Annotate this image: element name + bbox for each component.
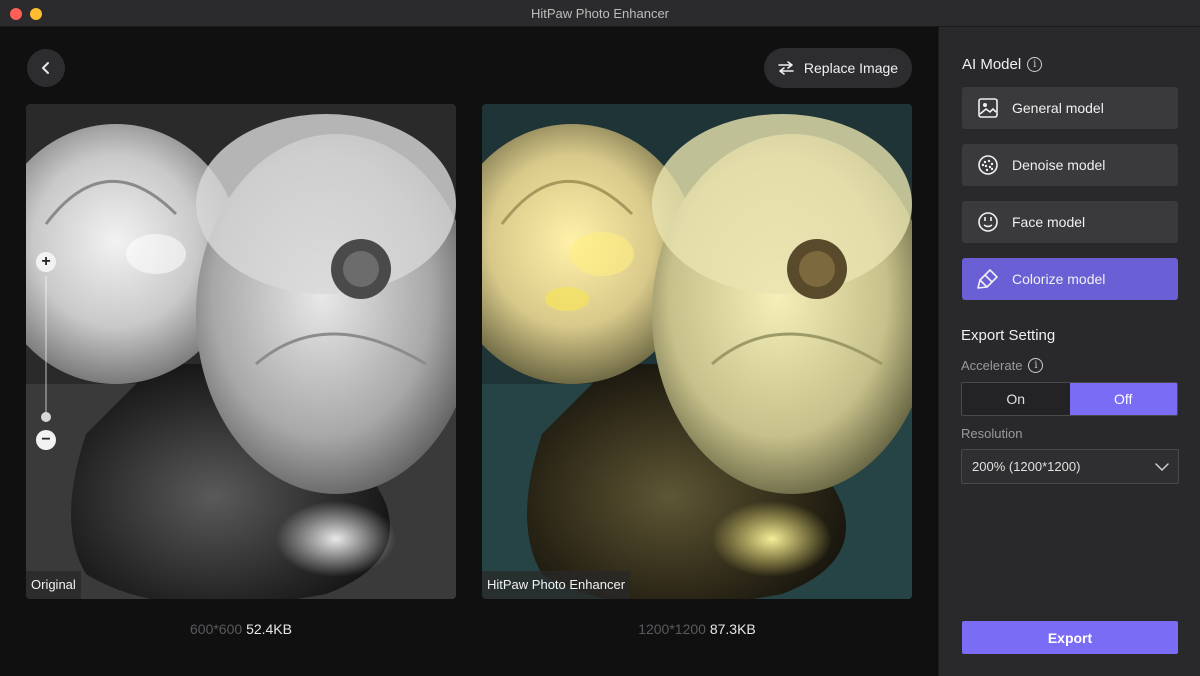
preview-area: Replace Image Original + − HitPaw Photo … <box>0 27 938 676</box>
colorize-model-label: Colorize model <box>1012 271 1106 287</box>
face-model-label: Face model <box>1012 214 1086 230</box>
face-model-button[interactable]: Face model <box>962 201 1178 243</box>
colorize-model-button[interactable]: Colorize model <box>962 258 1178 300</box>
enhanced-meta: 1200*1200 87.3KB <box>482 621 912 637</box>
export-setting-heading: Export Setting <box>961 327 1055 344</box>
ai-model-heading: AI Model i <box>962 56 1043 73</box>
colorize-icon <box>976 267 1000 291</box>
resolution-select[interactable]: 200% (1200*1200) <box>961 449 1179 484</box>
zoom-slider-handle[interactable] <box>41 412 51 422</box>
info-icon[interactable]: i <box>1027 57 1043 72</box>
export-setting-title: Export Setting <box>961 327 1056 344</box>
zoom-out-button[interactable]: − <box>36 430 56 450</box>
accelerate-label: Accelerate <box>961 358 1023 373</box>
denoise-model-button[interactable]: Denoise model <box>962 144 1178 186</box>
resolution-value: 200% (1200*1200) <box>972 459 1081 474</box>
general-model-label: General model <box>1012 100 1104 116</box>
window-title: HitPaw Photo Enhancer <box>530 6 670 21</box>
original-dimensions: 600*600 <box>190 621 243 637</box>
original-photo <box>26 104 456 599</box>
zoom-in-button[interactable]: + <box>36 252 56 272</box>
zoom-track[interactable] <box>45 276 47 416</box>
general-model-button[interactable]: General model <box>962 87 1178 129</box>
accelerate-toggle: On Off <box>961 382 1178 416</box>
export-button[interactable]: Export <box>962 621 1178 654</box>
resolution-label: Resolution <box>961 426 1023 441</box>
chevron-down-icon <box>1155 462 1169 471</box>
title-bar: HitPaw Photo Enhancer <box>0 0 1200 27</box>
enhanced-label: HitPaw Photo Enhancer <box>482 571 631 599</box>
settings-sidebar: AI Model i General model Denoise model F… <box>938 27 1200 676</box>
zoom-control: + − <box>36 252 56 450</box>
info-icon[interactable]: i <box>1028 358 1044 373</box>
replace-image-button[interactable]: Replace Image <box>764 48 912 88</box>
image-icon <box>976 96 1000 120</box>
accelerate-heading: Accelerate i <box>961 358 1044 373</box>
enhanced-file-size: 87.3KB <box>709 621 756 637</box>
original-label: Original <box>26 571 81 599</box>
original-image-panel[interactable]: Original <box>26 104 456 599</box>
ai-model-title: AI Model <box>962 56 1022 73</box>
accelerate-on-option[interactable]: On <box>962 383 1070 415</box>
enhanced-dimensions: 1200*1200 <box>638 621 706 637</box>
enhanced-image-panel[interactable]: HitPaw Photo Enhancer <box>482 104 912 599</box>
chevron-left-icon <box>42 62 49 74</box>
denoise-icon <box>976 153 1000 177</box>
back-button[interactable] <box>27 49 65 87</box>
swap-icon <box>778 61 794 75</box>
face-icon <box>976 210 1000 234</box>
original-file-size: 52.4KB <box>246 621 292 637</box>
enhanced-photo <box>482 104 912 599</box>
accelerate-off-option[interactable]: Off <box>1069 383 1177 415</box>
denoise-model-label: Denoise model <box>1012 157 1106 173</box>
original-meta: 600*600 52.4KB <box>26 621 456 637</box>
replace-image-label: Replace Image <box>803 60 899 76</box>
